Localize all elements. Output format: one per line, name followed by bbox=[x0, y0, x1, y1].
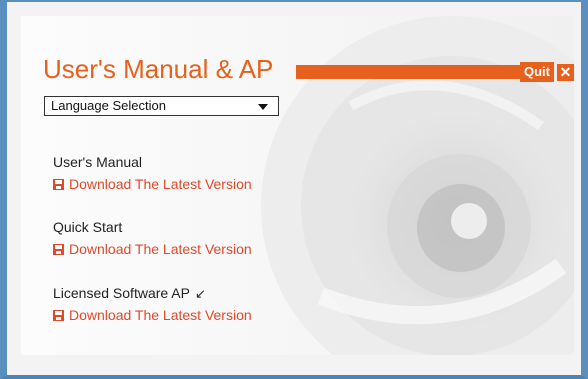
download-link-label: Download The Latest Version bbox=[69, 176, 252, 192]
main-panel: User's Manual & AP Quit ✕ Language Selec… bbox=[21, 16, 574, 355]
download-quick-start-link[interactable]: Download The Latest Version bbox=[53, 241, 252, 257]
section-heading-label: Licensed Software AP bbox=[53, 285, 190, 301]
chevron-down-icon bbox=[258, 104, 268, 110]
language-select[interactable]: Language Selection bbox=[44, 96, 279, 116]
download-link-label: Download The Latest Version bbox=[69, 307, 252, 323]
page-title: User's Manual & AP bbox=[43, 54, 274, 84]
download-licensed-software-link[interactable]: Download The Latest Version bbox=[53, 307, 252, 323]
close-icon: ✕ bbox=[557, 63, 574, 81]
title-accent-bar bbox=[296, 65, 524, 79]
language-select-value: Language Selection bbox=[51, 98, 166, 113]
floppy-disk-icon bbox=[53, 178, 64, 190]
download-users-manual-link[interactable]: Download The Latest Version bbox=[53, 176, 252, 192]
arrow-down-left-icon: ↙ bbox=[194, 286, 206, 301]
floppy-disk-icon bbox=[53, 243, 64, 255]
section-heading-users-manual: User's Manual bbox=[53, 154, 143, 170]
floppy-disk-icon bbox=[53, 309, 64, 321]
app-window: User's Manual & AP Quit ✕ Language Selec… bbox=[0, 0, 588, 379]
download-link-label: Download The Latest Version bbox=[69, 241, 252, 257]
quit-button[interactable]: Quit ✕ bbox=[520, 62, 574, 82]
quit-label: Quit bbox=[520, 62, 554, 82]
section-heading-quick-start: Quick Start bbox=[53, 219, 123, 235]
section-heading-licensed-software: Licensed Software AP ↙ bbox=[53, 285, 206, 302]
